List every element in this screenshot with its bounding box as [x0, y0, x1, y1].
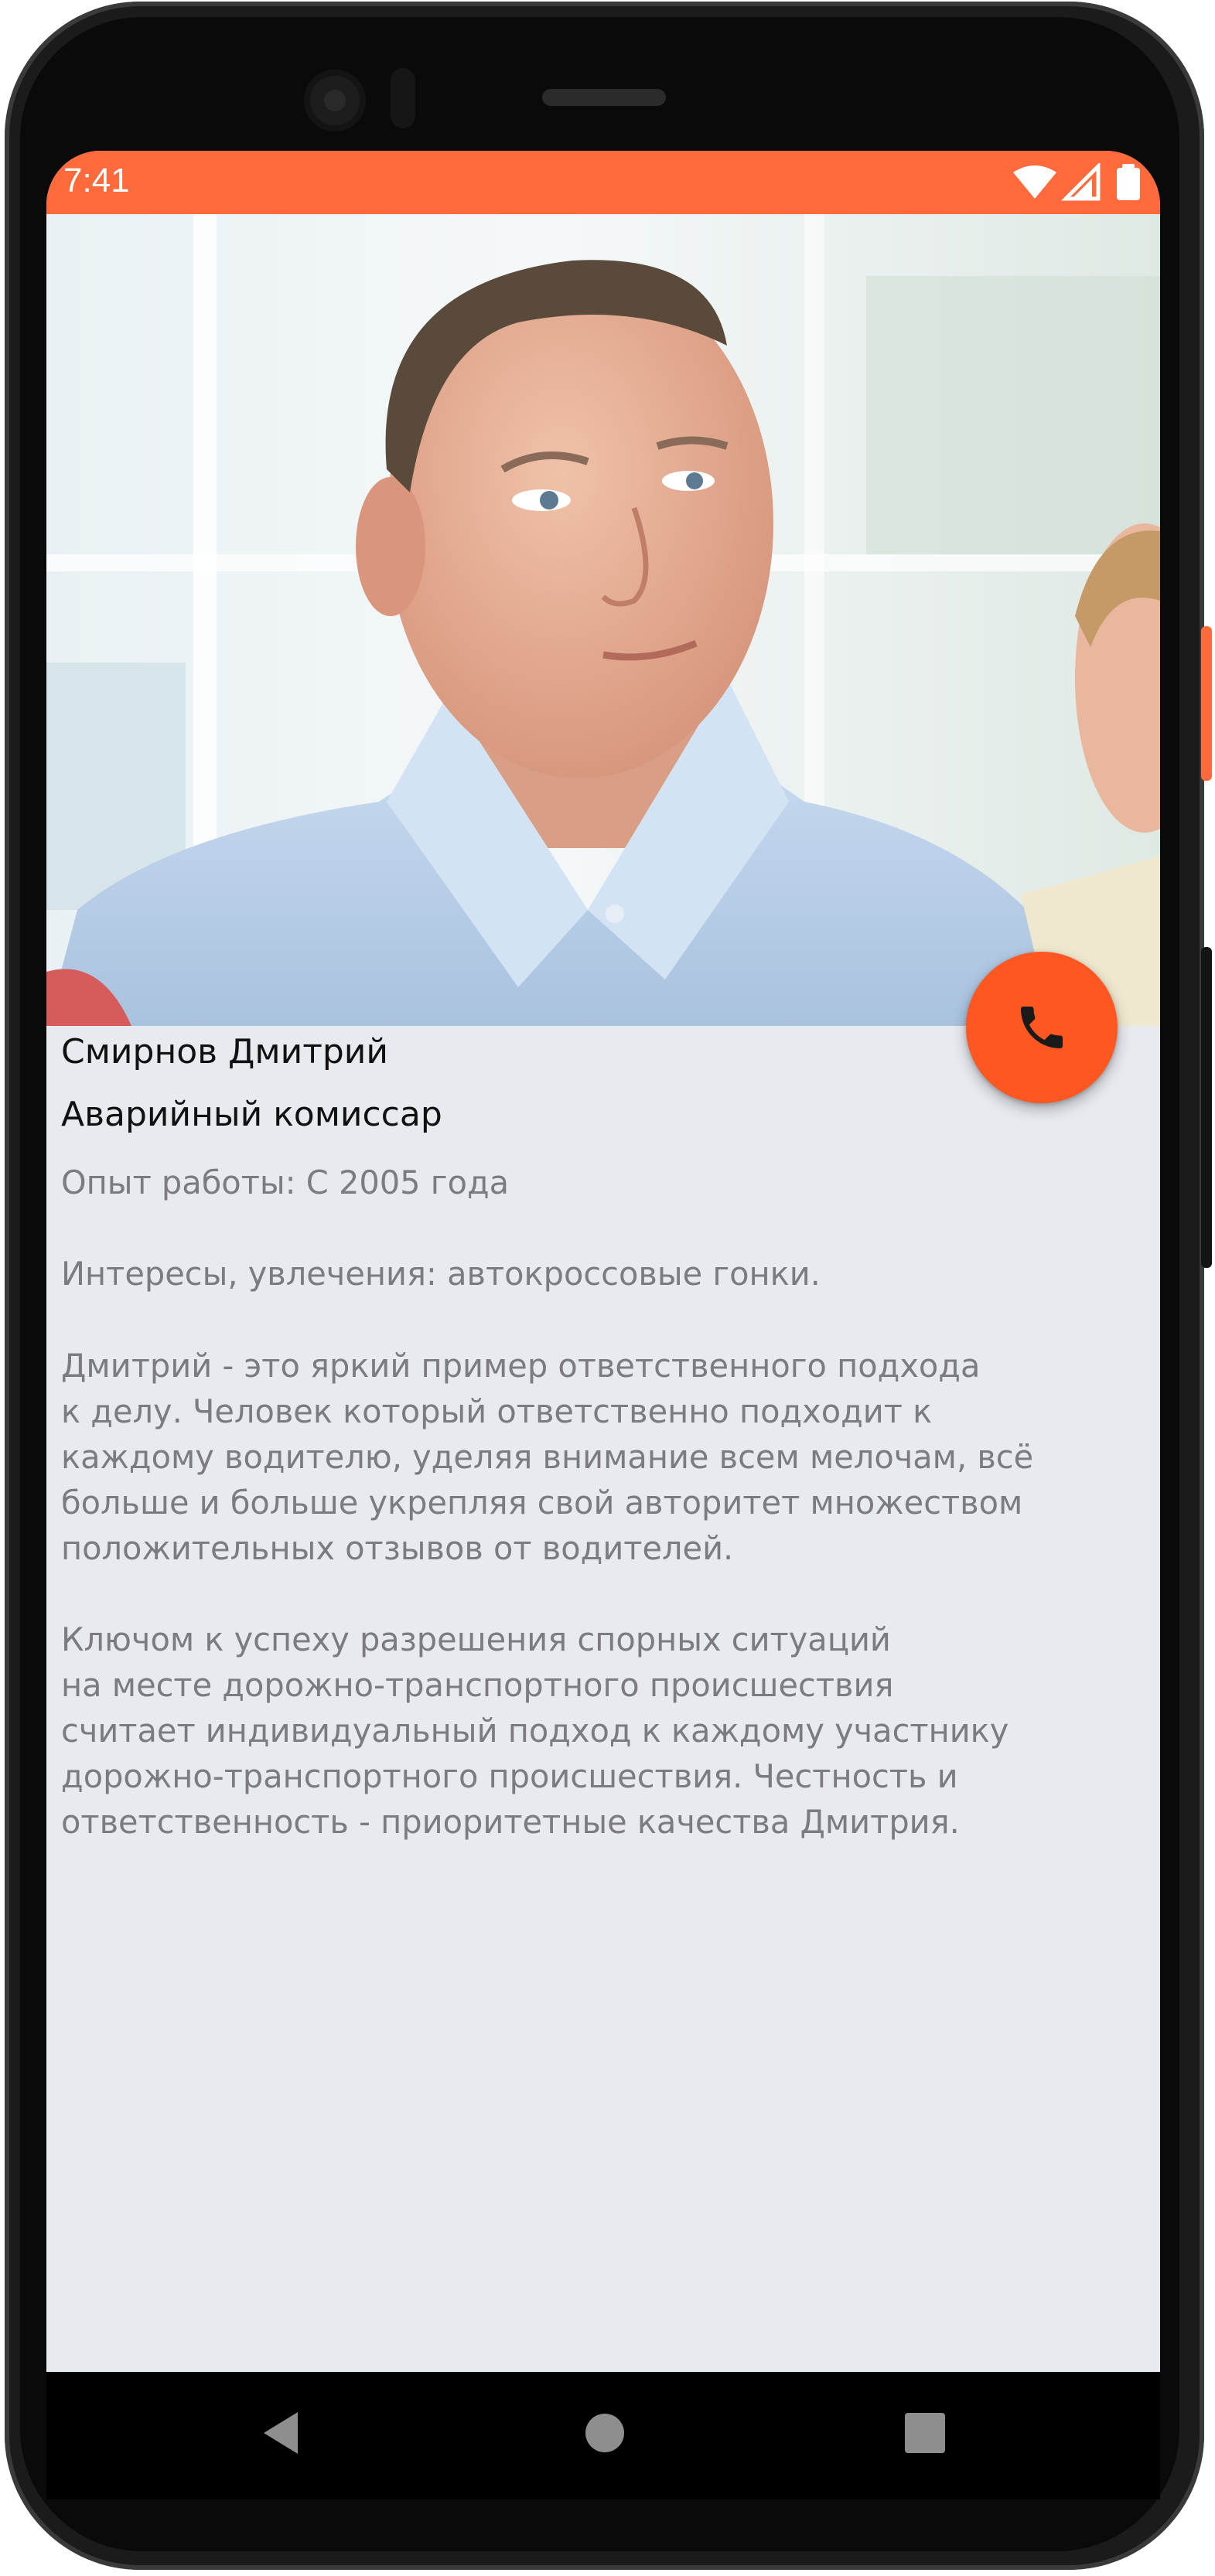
earpiece-speaker [542, 89, 666, 106]
status-icons [1013, 163, 1140, 201]
app-screen: 7:41 Смирнов Дмитрий Аварийный комиссар … [46, 151, 1160, 2372]
phone-frame: 7:41 Смирнов Дмитрий Аварийный комиссар … [0, 0, 1215, 2576]
recents-icon[interactable] [903, 2409, 947, 2457]
system-navigation-bar [46, 2372, 1160, 2499]
battery-icon [1117, 164, 1140, 200]
profile-photo [46, 214, 1160, 1026]
interests-text: Интересы, увлечения: автокроссовые гонки… [61, 1255, 821, 1293]
call-button[interactable] [966, 952, 1118, 1103]
status-bar: 7:41 [46, 151, 1160, 214]
volume-button [1201, 947, 1212, 1268]
profile-role: Аварийный комиссар [61, 1095, 442, 1134]
status-time: 7:41 [63, 162, 130, 199]
cell-signal-icon [1060, 163, 1101, 201]
front-camera [304, 70, 366, 131]
phone-icon [1021, 1007, 1063, 1048]
power-button [1201, 626, 1212, 781]
bio-paragraph-1: Дмитрий - это яркий пример ответственног… [61, 1347, 1034, 1567]
wifi-icon [1013, 165, 1056, 199]
bio-paragraph-2: Ключом к успеху разрешения спорных ситуа… [61, 1620, 1009, 1841]
back-icon[interactable] [259, 2409, 305, 2457]
experience-text: Опыт работы: С 2005 года [61, 1164, 510, 1201]
proximity-sensor [391, 68, 415, 128]
home-icon[interactable] [582, 2409, 627, 2457]
photo-illustration [46, 214, 1160, 1026]
profile-name: Смирнов Дмитрий [61, 1032, 388, 1072]
